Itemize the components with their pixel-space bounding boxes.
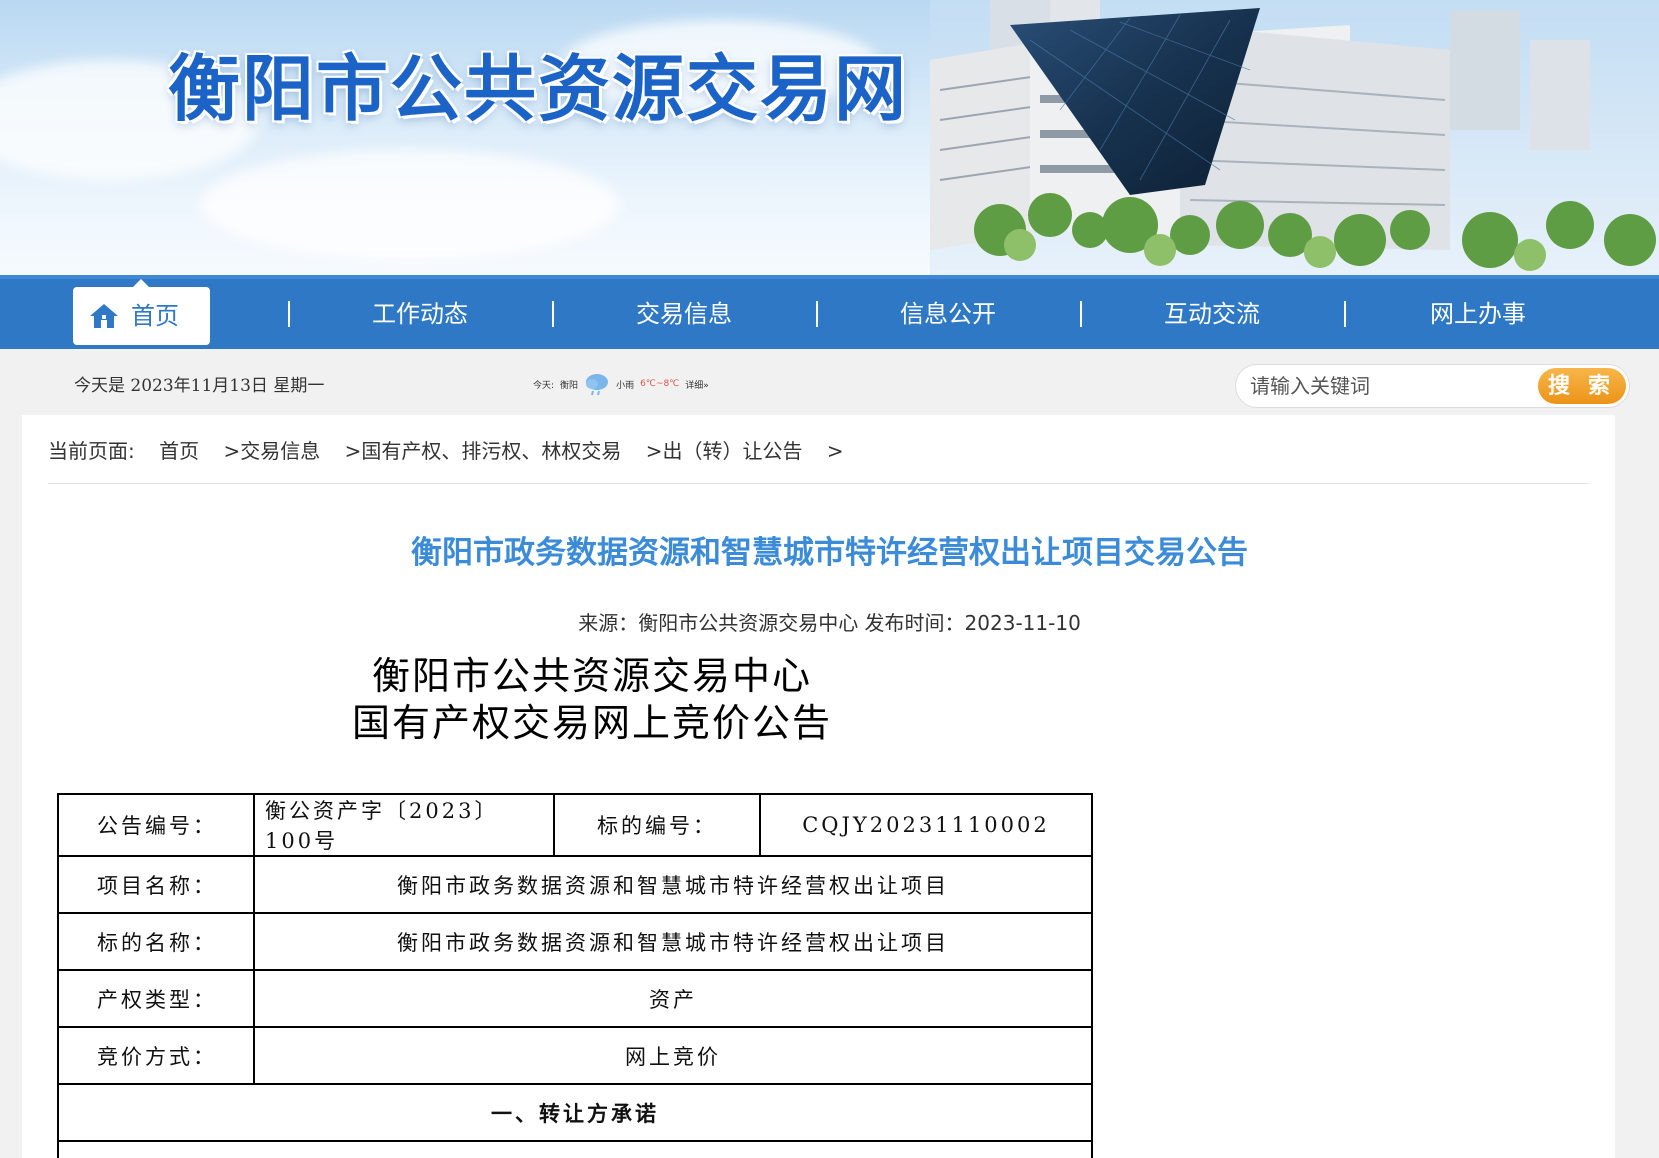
table-row: 竞价方式： 网上竞价 [57, 1026, 1093, 1085]
breadcrumb-separator: > [344, 439, 362, 463]
nav-separator [1344, 301, 1346, 327]
breadcrumb-state-property[interactable]: 国有产权、排污权、林权交易 [361, 439, 621, 463]
nav-separator [552, 301, 554, 327]
table-row: 产权类型： 资产 [57, 969, 1093, 1028]
article-meta: 来源：衡阳市公共资源交易中心 发布时间：2023-11-10 [578, 611, 1081, 635]
table-row: 公告编号： 衡公资产字〔2023〕100号 标的编号： CQJY20231110… [57, 793, 1093, 857]
nav-separator [1080, 301, 1082, 327]
breadcrumb-transfer-notice[interactable]: 出（转）让公告 [662, 439, 802, 463]
nav-item-trade-info[interactable]: 交易信息 [594, 279, 774, 349]
weather-detail-link[interactable]: 详细» [685, 378, 709, 391]
site-title: 衡阳市公共资源交易网 [168, 47, 909, 131]
main-nav: 首页 工作动态 交易信息 信息公开 互动交流 网上办事 [0, 275, 1659, 349]
info-bar: 今天是 2023年11月13日 星期一 今天: 衡阳 小雨 6℃~8℃ 详细» … [0, 349, 1659, 415]
main-content: 当前页面: 首页 >交易信息 >国有产权、排污权、林权交易 >出（转）让公告 >… [22, 415, 1615, 1158]
table-row [57, 1140, 1093, 1158]
table-row: 标的名称： 衡阳市政务数据资源和智慧城市特许经营权出让项目 [57, 912, 1093, 971]
nav-item-work-news[interactable]: 工作动态 [330, 279, 510, 349]
cloud-decoration [200, 150, 620, 260]
nav-home[interactable]: 首页 [73, 279, 210, 345]
bid-method-label: 竞价方式： [57, 1026, 255, 1085]
nav-item-info-disclosure[interactable]: 信息公开 [858, 279, 1038, 349]
notice-no-value: 衡公资产字〔2023〕100号 [253, 793, 555, 857]
breadcrumb-trade-info[interactable]: 交易信息 [240, 439, 320, 463]
breadcrumb-home[interactable]: 首页 [159, 439, 199, 463]
weather-condition: 小雨 [616, 380, 635, 391]
notice-no-label: 公告编号： [57, 793, 255, 857]
building-image [930, 0, 1659, 275]
weather-city: 衡阳 [560, 380, 579, 391]
article-title: 衡阳市政务数据资源和智慧城市特许经营权出让项目交易公告 [411, 535, 1248, 571]
target-no-value: CQJY20231110002 [759, 793, 1093, 857]
today-date: 今天是 2023年11月13日 星期一 [74, 376, 325, 396]
weather-temperature: 6℃~8℃ [640, 379, 680, 389]
nav-separator [816, 301, 818, 327]
nav-home-label: 首页 [131, 302, 179, 330]
property-type-value: 资产 [253, 969, 1093, 1028]
weather-widget[interactable]: 今天: 衡阳 小雨 6℃~8℃ 详细» [533, 371, 709, 397]
search-button[interactable]: 搜 索 [1538, 368, 1626, 404]
target-no-label: 标的编号： [553, 793, 761, 857]
search-box: 搜 索 [1235, 364, 1630, 408]
bid-method-value: 网上竞价 [253, 1026, 1093, 1085]
notice-table: 公告编号： 衡公资产字〔2023〕100号 标的编号： CQJY20231110… [57, 793, 1093, 1158]
project-name-value: 衡阳市政务数据资源和智慧城市特许经营权出让项目 [253, 855, 1093, 914]
breadcrumb-separator: > [645, 439, 663, 463]
target-name-label: 标的名称： [57, 912, 255, 971]
rain-cloud-icon [586, 374, 609, 396]
table-row: 项目名称： 衡阳市政务数据资源和智慧城市特许经营权出让项目 [57, 855, 1093, 914]
header-banner: 衡阳市公共资源交易网 [0, 0, 1659, 275]
breadcrumb-separator: > [826, 439, 844, 463]
target-name-value: 衡阳市政务数据资源和智慧城市特许经营权出让项目 [253, 912, 1093, 971]
property-type-label: 产权类型： [57, 969, 255, 1028]
search-input[interactable] [1250, 371, 1540, 401]
weather-prefix: 今天: [533, 380, 555, 391]
breadcrumb: 当前页面: 首页 >交易信息 >国有产权、排污权、林权交易 >出（转）让公告 > [48, 435, 844, 464]
table-row: 一、转让方承诺 [57, 1083, 1093, 1142]
section-title-seller-commitment: 一、转让方承诺 [57, 1083, 1093, 1142]
nav-item-online-service[interactable]: 网上办事 [1388, 279, 1568, 349]
breadcrumb-separator: > [223, 439, 241, 463]
breadcrumb-divider [48, 483, 1589, 484]
nav-separator [288, 301, 290, 327]
table-cell-cutoff [57, 1140, 1093, 1158]
document-heading-line2: 国有产权交易网上竞价公告 [351, 701, 832, 745]
home-icon [90, 304, 118, 328]
project-name-label: 项目名称： [57, 855, 255, 914]
breadcrumb-prefix: 当前页面: [48, 439, 135, 463]
nav-item-interaction[interactable]: 互动交流 [1122, 279, 1302, 349]
